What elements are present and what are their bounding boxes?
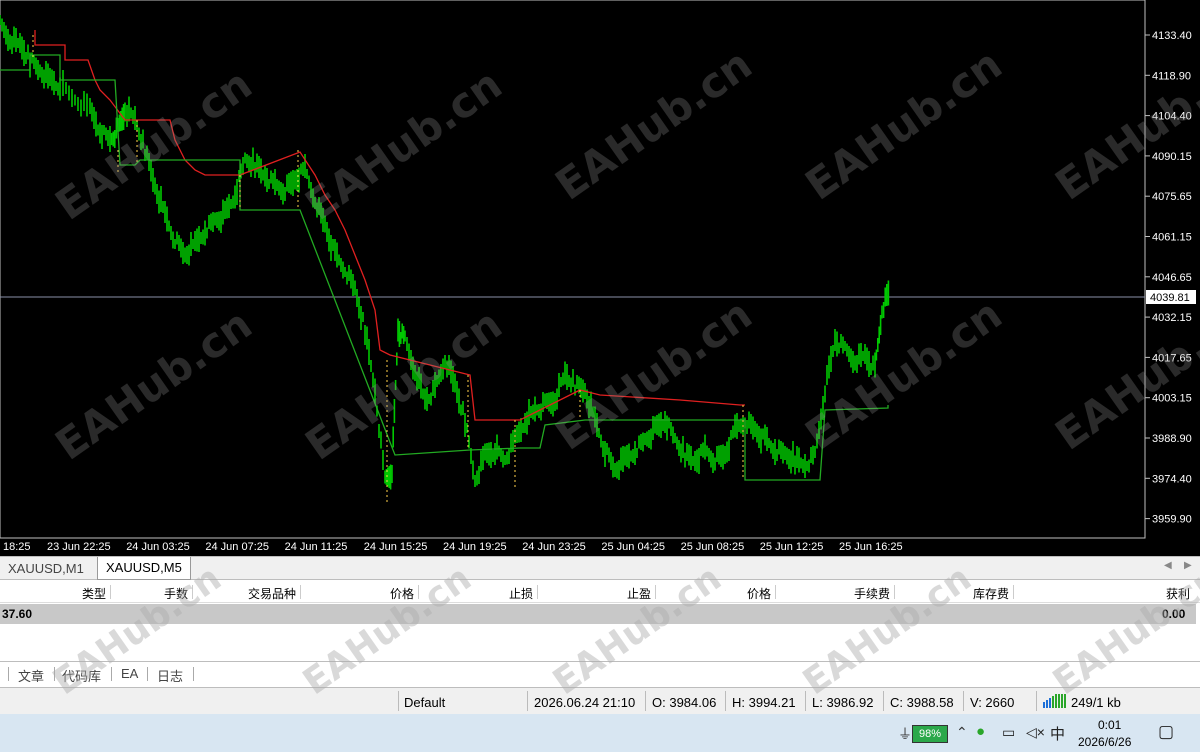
- time-label: 24 Jun 23:25: [522, 541, 586, 553]
- price-label: 3959.90: [1152, 514, 1192, 526]
- time-label: 24 Jun 11:25: [285, 541, 348, 553]
- time-label: 24 Jun 07:25: [205, 541, 269, 553]
- status-bar: Default 2026.06.24 21:10 O: 3984.06 H: 3…: [0, 688, 1200, 714]
- price-label: 4075.65: [1152, 191, 1192, 203]
- time-label: 24 Jun 03:25: [126, 541, 190, 553]
- price-label: 4003.15: [1152, 393, 1192, 405]
- col-type[interactable]: 类型: [40, 585, 106, 602]
- col-take-profit[interactable]: 止盈: [550, 585, 651, 602]
- status-low: L: 3986.92: [812, 695, 874, 710]
- col-commission[interactable]: 手续费: [785, 585, 890, 602]
- status-close: C: 3988.58: [890, 695, 954, 710]
- col-symbol[interactable]: 交易品种: [200, 585, 296, 602]
- price-label: 4061.15: [1152, 232, 1192, 244]
- balance-row[interactable]: 37.60 0.00: [0, 604, 1196, 624]
- time-label: 25 Jun 04:25: [601, 541, 665, 553]
- price-chart[interactable]: 4133.40 4118.90 4104.40 4090.15 4075.65 4061.…: [0, 0, 1200, 556]
- col-stop-loss[interactable]: 止损: [430, 585, 533, 602]
- price-label: 4133.40: [1152, 30, 1192, 42]
- time-label: 18:25: [3, 541, 31, 553]
- tab-xauusd-m1[interactable]: XAUUSD,M1: [0, 559, 92, 579]
- time-label: 23 Jun 22:25: [47, 541, 111, 553]
- price-label: 4017.65: [1152, 352, 1192, 364]
- time-label: 25 Jun 12:25: [760, 541, 824, 553]
- price-label: 3988.90: [1152, 433, 1192, 445]
- status-traffic: 249/1 kb: [1071, 695, 1121, 710]
- connection-bars-icon[interactable]: [1043, 694, 1069, 708]
- upper-band-line: [34, 30, 745, 421]
- col-open-price[interactable]: 价格: [310, 585, 414, 602]
- col-current-price[interactable]: 价格: [665, 585, 771, 602]
- windows-taskbar: ⏚ 98% ⌃ ● ▭ ◁× 中 0:01 2026/6/26 ▢: [0, 714, 1200, 752]
- tab-articles[interactable]: 文章: [18, 666, 44, 685]
- tab-xauusd-m5[interactable]: XAUUSD,M5: [97, 557, 191, 580]
- tab-ea[interactable]: EA: [121, 666, 138, 681]
- taskbar-date[interactable]: 2026/6/26: [1078, 735, 1131, 749]
- table-header: 类型 手数 交易品种 价格 止损 止盈 价格 手续费 库存费 获利: [0, 582, 1200, 603]
- time-label: 25 Jun 08:25: [681, 541, 745, 553]
- chart-frame: [0, 0, 1146, 539]
- status-datetime: 2026.06.24 21:10: [534, 695, 636, 710]
- price-label: 4046.65: [1152, 272, 1192, 284]
- col-profit[interactable]: 获利: [1100, 585, 1190, 602]
- profit-value: 0.00: [1162, 607, 1186, 621]
- current-price-label: 4039.81: [1150, 292, 1190, 304]
- trade-table: 类型 手数 交易品种 价格 止损 止盈 价格 手续费 库存费 获利 37.60 …: [0, 580, 1200, 662]
- tab-journal[interactable]: 日志: [157, 666, 183, 685]
- speaker-muted-icon[interactable]: ◁×: [1026, 724, 1045, 741]
- chart-tab-bar: XAUUSD,M1 XAUUSD,M5 ◀ ▶: [0, 556, 1200, 580]
- chevron-up-icon[interactable]: ⌃: [956, 724, 968, 741]
- price-label: 4118.90: [1152, 70, 1191, 82]
- ime-icon[interactable]: 中: [1050, 723, 1065, 744]
- status-volume: V: 2660: [970, 695, 1015, 710]
- wechat-icon[interactable]: ●: [976, 723, 985, 740]
- plug-icon[interactable]: ⏚: [898, 724, 912, 744]
- battery-icon[interactable]: ▭: [1002, 724, 1015, 741]
- battery-indicator[interactable]: 98%: [912, 725, 948, 743]
- status-open: O: 3984.06: [652, 695, 717, 710]
- price-label: 4032.15: [1152, 312, 1192, 324]
- taskbar-time[interactable]: 0:01: [1098, 718, 1121, 732]
- toolbox-tab-bar: 文章 代码库 EA 日志: [0, 662, 1200, 688]
- col-volume[interactable]: 手数: [120, 585, 188, 602]
- tab-code-base[interactable]: 代码库: [62, 666, 101, 685]
- status-profile[interactable]: Default: [404, 695, 445, 710]
- time-label: 25 Jun 16:25: [839, 541, 903, 553]
- tab-scroll-left-icon[interactable]: ◀: [1164, 560, 1172, 571]
- notification-icon[interactable]: ▢: [1158, 722, 1174, 742]
- time-label: 24 Jun 19:25: [443, 541, 507, 553]
- price-label: 4104.40: [1152, 111, 1192, 123]
- chart-canvas[interactable]: 4133.40 4118.90 4104.40 4090.15 4075.65 4061.…: [0, 0, 1200, 556]
- col-swap[interactable]: 库存费: [905, 585, 1009, 602]
- price-label: 3974.40: [1152, 473, 1192, 485]
- time-label: 24 Jun 15:25: [364, 541, 428, 553]
- balance-value: 37.60: [2, 607, 33, 621]
- status-high: H: 3994.21: [732, 695, 796, 710]
- tab-scroll-right-icon[interactable]: ▶: [1184, 560, 1192, 571]
- price-label: 4090.15: [1152, 151, 1192, 163]
